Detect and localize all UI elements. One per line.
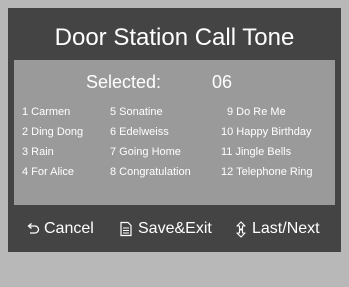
cancel-label: Cancel xyxy=(44,220,94,237)
tone-item-12[interactable]: 12 Telephone Ring xyxy=(221,165,313,179)
tone-item-11[interactable]: 11 Jingle Bells xyxy=(221,145,291,159)
tone-item-2[interactable]: 2 Ding Dong xyxy=(22,125,83,139)
tone-item-6[interactable]: 6 Edelweiss xyxy=(110,125,169,139)
tone-item-4[interactable]: 4 For Alice xyxy=(22,165,74,179)
selected-value: 06 xyxy=(212,72,233,92)
tone-list-panel: Selected: 06 1 Carmen 2 Ding Dong 3 Rain… xyxy=(14,60,335,205)
cancel-button[interactable]: Cancel xyxy=(26,218,94,240)
last-next-label: Last/Next xyxy=(252,220,320,237)
return-arrow-icon xyxy=(26,222,44,236)
device-screen: Door Station Call Tone Selected: 06 1 Ca… xyxy=(0,0,349,287)
up-down-arrow-icon xyxy=(234,220,252,238)
save-exit-label: Save&Exit xyxy=(138,220,212,237)
call-tone-dialog: Door Station Call Tone Selected: 06 1 Ca… xyxy=(8,8,341,252)
tone-item-8[interactable]: 8 Congratulation xyxy=(110,165,191,179)
save-exit-button[interactable]: Save&Exit xyxy=(118,218,212,240)
tone-item-10[interactable]: 10 Happy Birthday xyxy=(221,125,312,139)
last-next-button[interactable]: Last/Next xyxy=(234,218,320,240)
page-title: Door Station Call Tone xyxy=(54,24,295,51)
document-icon xyxy=(118,221,138,237)
tone-item-7[interactable]: 7 Going Home xyxy=(110,145,181,159)
footer-bar: Cancel Save&Exit Last/Next xyxy=(8,218,341,244)
tone-item-3[interactable]: 3 Rain xyxy=(22,145,54,159)
tone-item-5[interactable]: 5 Sonatine xyxy=(110,105,163,119)
tone-item-9[interactable]: 9 Do Re Me xyxy=(227,105,286,119)
tone-item-1[interactable]: 1 Carmen xyxy=(22,105,70,119)
selected-label: Selected: xyxy=(86,72,162,92)
